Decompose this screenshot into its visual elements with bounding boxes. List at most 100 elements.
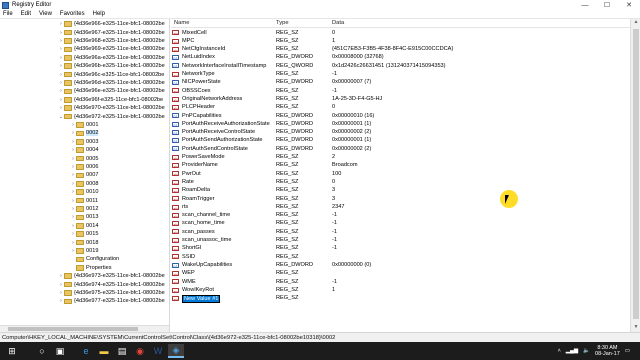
registry-editor-icon[interactable]: ◈: [168, 344, 184, 358]
registry-value-row[interactable]: 01 NICPowerState REG_DWORD 0x00000007 (7): [171, 79, 630, 87]
tree-key[interactable]: › 0012: [70, 205, 98, 213]
scrollbar-thumb[interactable]: [8, 327, 138, 331]
volume-icon[interactable]: 🔈: [583, 348, 590, 354]
tree-key[interactable]: Properties: [70, 264, 112, 272]
scroll-up-icon[interactable]: ▲: [631, 19, 640, 27]
registry-value-row[interactable]: ab Rate REG_SZ 0: [171, 178, 630, 186]
tree-key[interactable]: › {4d36e96c-e325-11ce-bfc1-08002be: [58, 70, 164, 78]
registry-value-row[interactable]: ab SSID REG_SZ: [171, 253, 630, 261]
column-header-type[interactable]: Type: [276, 20, 289, 26]
edge-icon[interactable]: e: [78, 344, 94, 358]
registry-value-row[interactable]: ab RoamDelta REG_SZ 3: [171, 187, 630, 195]
tree-key[interactable]: › 0011: [70, 196, 98, 204]
tree-key[interactable]: › 0001: [70, 121, 98, 129]
tree-key[interactable]: › {4d36e96a-e325-11ce-bfc1-08002be: [58, 54, 165, 62]
registry-value-row[interactable]: ab rts REG_SZ 2347: [171, 203, 630, 211]
tree-key[interactable]: › {4d36e974-e325-11ce-bfc1-08002be: [58, 280, 165, 288]
registry-value-row[interactable]: 01 NetworkInterfaceInstallTimestamp REG_QW…: [171, 62, 630, 70]
tray-chevron-icon[interactable]: ˄: [558, 348, 561, 354]
registry-value-row[interactable]: ab scan_home_time REG_SZ -1: [171, 220, 630, 228]
registry-value-row[interactable]: ab New Value #1 REG_SZ: [171, 295, 630, 304]
registry-value-row[interactable]: 01 PortAuthSendControlState REG_DWORD 0x000…: [171, 145, 630, 153]
tree-key[interactable]: › 0005: [70, 154, 98, 162]
tree-key[interactable]: › 0003: [70, 138, 98, 146]
store-icon[interactable]: ▤: [114, 344, 130, 358]
tree-key[interactable]: › {4d36e96f-e325-11ce-bfc1-08002be: [58, 96, 163, 104]
tree-key[interactable]: › 0007: [70, 171, 98, 179]
registry-key-tree[interactable]: › {4d36e966-e325-11ce-bfc1-08002be › {4d36e…: [0, 19, 170, 332]
registry-value-row[interactable]: 01 PortAuthReceiveControlState REG_DWORD 0x…: [171, 129, 630, 137]
tree-key[interactable]: › 0004: [70, 146, 98, 154]
values-vertical-scrollbar[interactable]: ▲ ▼: [630, 19, 640, 332]
tree-key[interactable]: › 0014: [70, 222, 98, 230]
registry-value-row[interactable]: ab OBSSCoex REG_SZ -1: [171, 87, 630, 95]
tree-key[interactable]: › {4d36e966-e325-11ce-bfc1-08002be: [58, 20, 165, 28]
registry-value-row[interactable]: 01 PortAuthSendAuthorizationState REG_DWOR…: [171, 137, 630, 145]
tree-key[interactable]: › {4d36e970-e325-11ce-bfc1-08002be: [58, 104, 165, 112]
scrollbar-thumb[interactable]: [633, 29, 639, 319]
menu-view[interactable]: View: [39, 11, 52, 17]
task-view-icon[interactable]: ▣: [52, 344, 68, 358]
tree-key[interactable]: › {4d36e96d-e325-11ce-bfc1-08002be: [58, 79, 165, 87]
registry-value-row[interactable]: ab WME REG_SZ -1: [171, 278, 630, 286]
registry-value-row[interactable]: ab NetworkType REG_SZ -1: [171, 71, 630, 79]
registry-value-row[interactable]: ab OriginalNetworkAddress REG_SZ 1A-25-3D-F…: [171, 95, 630, 103]
file-explorer-icon[interactable]: ▬: [96, 344, 112, 358]
registry-value-row[interactable]: ab WowlKeyRot REG_SZ 1: [171, 286, 630, 294]
tree-key[interactable]: › 0010: [70, 188, 98, 196]
registry-value-row[interactable]: ab scan_unassoc_time REG_SZ -1: [171, 237, 630, 245]
registry-value-row[interactable]: ab ShortGI REG_SZ -1: [171, 245, 630, 253]
tree-key[interactable]: › {4d36e967-e325-11ce-bfc1-08002be: [58, 28, 165, 36]
tree-key[interactable]: › {4d36e975-e325-11ce-bfc1-08002be: [58, 289, 165, 297]
registry-value-row[interactable]: ab PwrOut REG_SZ 100: [171, 170, 630, 178]
value-name-edit-field[interactable]: New Value #1: [182, 295, 221, 304]
registry-value-row[interactable]: 01 NetLuidIndex REG_DWORD 0x00008000 (32768…: [171, 54, 630, 62]
registry-value-row[interactable]: ab scan_passes REG_SZ -1: [171, 228, 630, 236]
menu-edit[interactable]: Edit: [21, 11, 31, 17]
tree-key[interactable]: › {4d36e969-e325-11ce-bfc1-08002be: [58, 45, 165, 53]
registry-values-list[interactable]: Name Type Data ab MixedCell REG_SZ 0 ab MPC RE…: [171, 19, 630, 332]
start-icon[interactable]: ⊞: [4, 344, 20, 358]
registry-value-row[interactable]: 01 PortAuthReceiveAuthorizationState REG_D…: [171, 120, 630, 128]
menu-favorites[interactable]: Favorites: [60, 11, 85, 17]
scroll-down-icon[interactable]: ▼: [631, 324, 640, 332]
minimize-button[interactable]: —: [574, 0, 596, 10]
registry-value-row[interactable]: ab MixedCell REG_SZ 0: [171, 29, 630, 37]
registry-value-row[interactable]: 01 PnPCapabilities REG_DWORD 0x00000010 (16…: [171, 112, 630, 120]
clock[interactable]: 8:30 AM 08-Jan-17: [595, 345, 620, 357]
tree-key[interactable]: Configuration: [70, 255, 119, 263]
tree-key[interactable]: › 0015: [70, 230, 98, 238]
word-icon[interactable]: W: [150, 344, 166, 358]
registry-value-row[interactable]: ab PLCPHeader REG_SZ 0: [171, 104, 630, 112]
tree-key[interactable]: ⌄ {4d36e972-e325-11ce-bfc1-08002be: [58, 112, 165, 120]
registry-value-row[interactable]: ab scan_channel_time REG_SZ -1: [171, 212, 630, 220]
registry-value-row[interactable]: ab MPC REG_SZ 1: [171, 37, 630, 45]
tree-key[interactable]: › 0008: [70, 180, 98, 188]
tree-key[interactable]: › {4d36e973-e325-11ce-bfc1-08002be: [58, 272, 165, 280]
tree-key[interactable]: › 0013: [70, 213, 98, 221]
registry-value-row[interactable]: ab RoamTrigger REG_SZ 3: [171, 195, 630, 203]
maximize-button[interactable]: ☐: [596, 0, 618, 10]
menu-file[interactable]: File: [3, 11, 13, 17]
registry-value-row[interactable]: ab PowerSaveMode REG_SZ 2: [171, 154, 630, 162]
tree-key[interactable]: › {4d36e96e-e325-11ce-bfc1-08002be: [58, 87, 165, 95]
column-header-name[interactable]: Name: [174, 20, 189, 26]
registry-value-row[interactable]: ab ProviderName REG_SZ Broadcom: [171, 162, 630, 170]
chrome-icon[interactable]: ◉: [132, 344, 148, 358]
tree-key[interactable]: › {4d36e968-e325-11ce-bfc1-08002be: [58, 37, 165, 45]
tree-key[interactable]: › {4d36e977-e325-11ce-bfc1-08002be: [58, 297, 165, 305]
close-button[interactable]: ✕: [618, 0, 640, 10]
tree-key[interactable]: › 0018: [70, 238, 98, 246]
search-icon[interactable]: ○: [34, 344, 50, 358]
tree-key[interactable]: › {4d36e96b-e325-11ce-bfc1-08002be: [58, 62, 165, 70]
notifications-icon[interactable]: ▭: [625, 348, 630, 354]
menu-help[interactable]: Help: [93, 11, 105, 17]
tree-key[interactable]: › 0019: [70, 247, 98, 255]
tree-horizontal-scrollbar[interactable]: [0, 325, 169, 332]
registry-value-row[interactable]: ab NetCfgInstanceId REG_SZ {451C7EB3-F3B5-4…: [171, 46, 630, 54]
registry-value-row[interactable]: 01 WakeUpCapabilities REG_DWORD 0x00000000 …: [171, 261, 630, 269]
network-icon[interactable]: ▂▄▆: [566, 348, 578, 354]
column-header-data[interactable]: Data: [332, 20, 344, 26]
tree-key[interactable]: › 0002: [70, 129, 99, 137]
registry-value-row[interactable]: ab WEP REG_SZ: [171, 270, 630, 278]
